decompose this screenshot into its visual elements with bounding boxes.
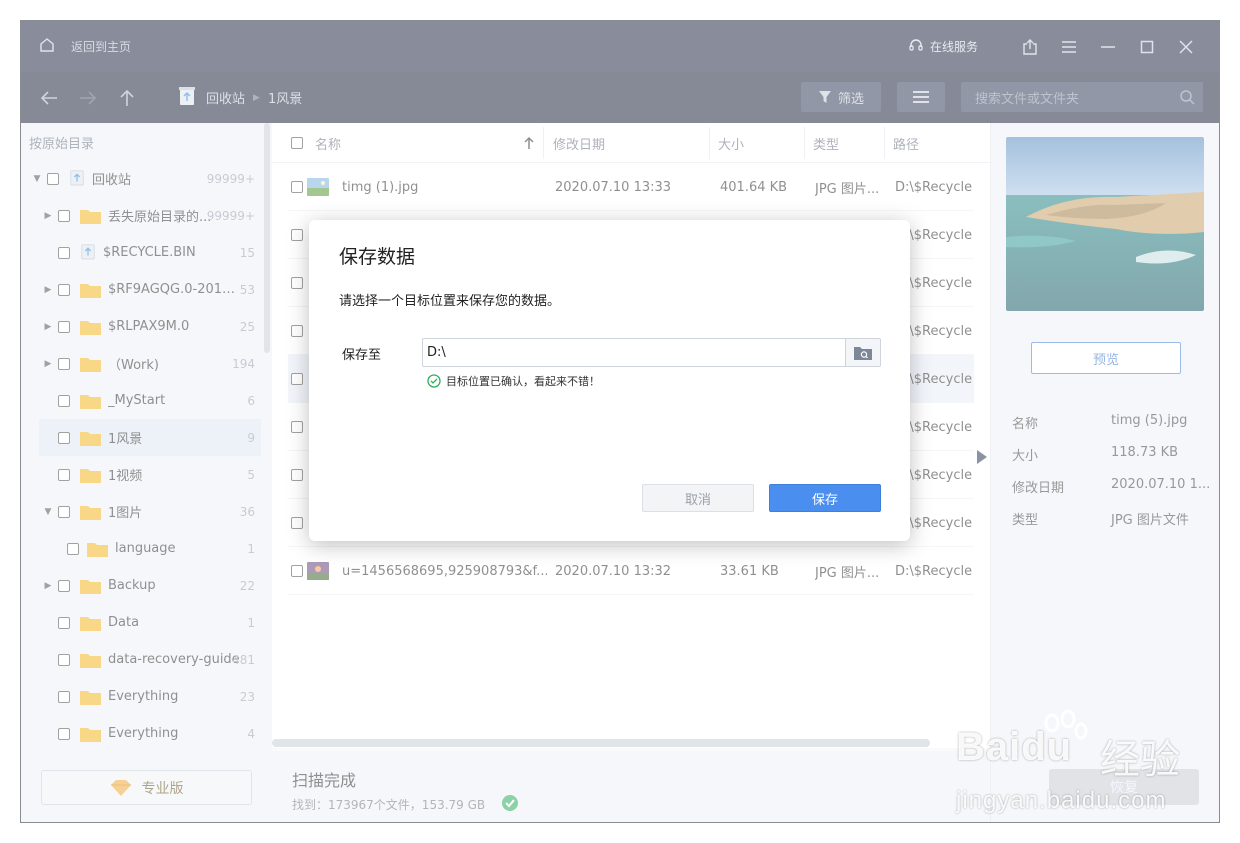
save-path-input[interactable] [422, 338, 846, 367]
dialog-description: 请选择一个目标位置来保存您的数据。 [339, 294, 561, 309]
watermark-url: jingyan.baidu.com [956, 787, 1167, 814]
browse-folder-button[interactable] [846, 338, 881, 367]
location-confirmed-text: 目标位置已确认，看起来不错！ [446, 375, 600, 388]
check-circle-outline-icon [427, 374, 441, 388]
cancel-button[interactable]: 取消 [642, 484, 754, 512]
dialog-title: 保存数据 [339, 246, 416, 268]
location-confirmed-message: 目标位置已确认，看起来不错！ [427, 373, 600, 389]
paw-logo-icon [1044, 709, 1088, 740]
folder-search-icon [854, 346, 872, 360]
save-button[interactable]: 保存 [769, 484, 881, 512]
watermark-product: 经验 [1100, 737, 1180, 783]
baidu-jingyan-watermark: Baidu 经验 jingyan.baidu.com [940, 705, 1240, 843]
save-data-dialog: 保存数据 请选择一个目标位置来保存您的数据。 保存至 目标位置已确认，看起来不错… [309, 220, 910, 541]
save-to-label: 保存至 [342, 348, 382, 363]
